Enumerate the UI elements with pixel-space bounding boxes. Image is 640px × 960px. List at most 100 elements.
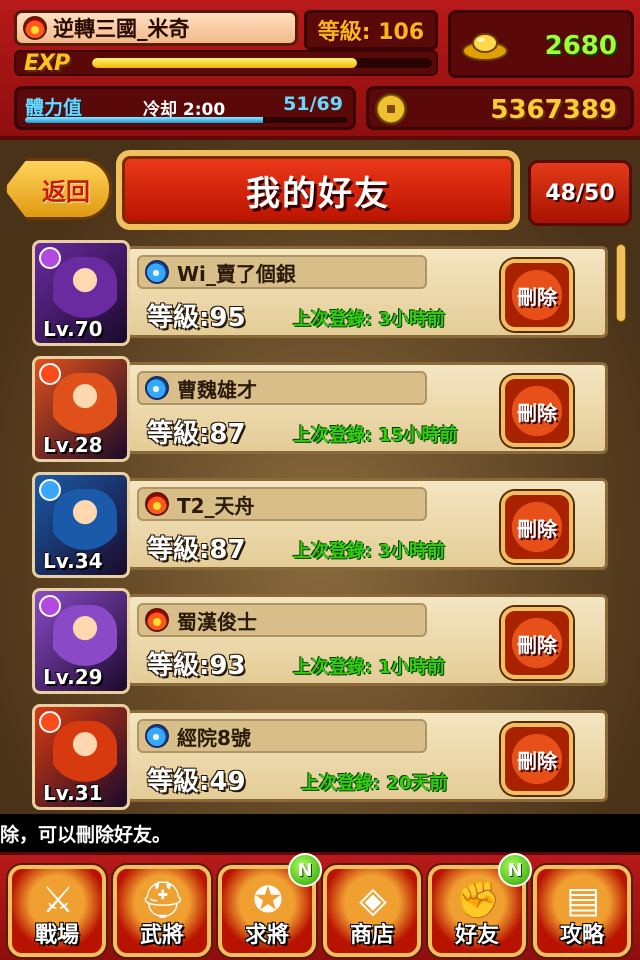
coin-value: 5367389 bbox=[490, 95, 617, 125]
nav-label: 戰場 bbox=[34, 923, 79, 948]
player-level: 等級: 106 bbox=[304, 10, 438, 50]
friend-name: Wi_賣了個銀 bbox=[177, 261, 296, 286]
gold-ingot-icon bbox=[462, 33, 508, 61]
friend-last-login: 上次登錄: 20天前 bbox=[301, 773, 448, 794]
friend-avatar[interactable]: Lv.70 bbox=[32, 240, 130, 346]
friend-name-plate: 經院8號 bbox=[137, 719, 427, 753]
friend-avatar[interactable]: Lv.29 bbox=[32, 588, 130, 694]
friend-level: 等級:93 bbox=[147, 651, 246, 681]
exp-track bbox=[92, 58, 432, 68]
friend-card[interactable]: 經院8號 等級:49 上次登錄: 20天前 刪除 Lv.31 bbox=[32, 704, 608, 810]
page-title: 我的好友 bbox=[246, 173, 390, 214]
nav-button[interactable]: ✊ 好友 N bbox=[428, 853, 532, 957]
exp-fill bbox=[92, 58, 358, 68]
exp-bar: EXP bbox=[14, 50, 438, 76]
nav-label: 商店 bbox=[349, 923, 394, 948]
title-banner: 我的好友 bbox=[116, 150, 520, 230]
nav-button[interactable]: ⚔ 戰場 bbox=[8, 865, 106, 957]
exp-label: EXP bbox=[24, 50, 70, 76]
avatar-level: Lv.31 bbox=[43, 781, 103, 805]
friend-name: 經院8號 bbox=[177, 725, 251, 750]
new-badge: N bbox=[498, 853, 532, 887]
hero-portrait bbox=[53, 489, 117, 555]
friend-name: T2_天舟 bbox=[177, 493, 255, 518]
delete-friend-button[interactable]: 刪除 bbox=[501, 607, 573, 679]
fire-element-icon bbox=[23, 16, 47, 40]
avatar-class-badge bbox=[39, 247, 61, 269]
back-button-label: 返回 bbox=[42, 177, 90, 206]
stamina-track bbox=[25, 117, 347, 123]
friend-card[interactable]: Wi_賣了個銀 等級:95 上次登錄: 3小時前 刪除 Lv.70 bbox=[32, 240, 608, 346]
avatar-level: Lv.29 bbox=[43, 665, 103, 689]
coin-icon bbox=[375, 93, 407, 125]
friend-last-login: 上次登錄: 15小時前 bbox=[293, 425, 458, 446]
delete-friend-button[interactable]: 刪除 bbox=[501, 723, 573, 795]
friend-level: 等級:95 bbox=[147, 303, 246, 333]
friend-name-plate: T2_天舟 bbox=[137, 487, 427, 521]
water-element-icon bbox=[145, 260, 169, 284]
delete-friend-button[interactable]: 刪除 bbox=[501, 259, 573, 331]
delete-friend-button[interactable]: 刪除 bbox=[501, 491, 573, 563]
delete-friend-label: 刪除 bbox=[517, 400, 557, 425]
friend-card[interactable]: T2_天舟 等級:87 上次登錄: 3小時前 刪除 Lv.34 bbox=[32, 472, 608, 578]
friend-count-badge: 48/50 bbox=[528, 160, 632, 226]
scrollbar[interactable] bbox=[616, 244, 626, 322]
player-name: 逆轉三國_米奇 bbox=[53, 17, 190, 41]
nav-label: 好友 bbox=[454, 923, 499, 948]
nav-label: 武將 bbox=[139, 923, 184, 948]
coin-display: 5367389 bbox=[366, 86, 634, 130]
player-level-text: 等級: 106 bbox=[317, 20, 425, 45]
friend-level: 等級:87 bbox=[147, 419, 246, 449]
friend-level: 等級:49 bbox=[147, 767, 246, 797]
friend-card-panel: 曹魏雄才 等級:87 上次登錄: 15小時前 刪除 bbox=[126, 362, 608, 454]
fire-element-icon bbox=[145, 492, 169, 516]
hint-text: 除，可以刪除好友。 bbox=[0, 823, 172, 846]
hero-portrait bbox=[53, 605, 117, 671]
avatar-level: Lv.28 bbox=[43, 433, 103, 457]
friend-name-plate: 曹魏雄才 bbox=[137, 371, 427, 405]
friend-avatar[interactable]: Lv.31 bbox=[32, 704, 130, 810]
friend-avatar[interactable]: Lv.28 bbox=[32, 356, 130, 462]
nav-button[interactable]: ✪ 求將 N bbox=[218, 853, 322, 957]
friend-card[interactable]: 蜀漢俊士 等級:93 上次登錄: 1小時前 刪除 Lv.29 bbox=[32, 588, 608, 694]
friend-card-panel: Wi_賣了個銀 等級:95 上次登錄: 3小時前 刪除 bbox=[126, 246, 608, 338]
friend-card-panel: 蜀漢俊士 等級:93 上次登錄: 1小時前 刪除 bbox=[126, 594, 608, 686]
friend-last-login: 上次登錄: 1小時前 bbox=[293, 657, 445, 678]
hero-portrait bbox=[53, 373, 117, 439]
friend-count: 48/50 bbox=[545, 180, 615, 206]
friend-name-plate: 蜀漢俊士 bbox=[137, 603, 427, 637]
top-status-bar: 逆轉三國_米奇 等級: 106 EXP 2680 體力值 冷却 2:00 51/… bbox=[0, 0, 640, 140]
bottom-nav: ⚔ 戰場 ⛑ 武將 ✪ 求將 N ◈ 商店 ✊ 好友 N ▤ 攻略 bbox=[0, 852, 640, 960]
friend-last-login: 上次登錄: 3小時前 bbox=[293, 541, 445, 562]
nav-label: 求將 bbox=[244, 923, 289, 948]
stamina-fill bbox=[25, 117, 264, 123]
avatar-class-badge bbox=[39, 363, 61, 385]
friend-card-panel: 經院8號 等級:49 上次登錄: 20天前 刪除 bbox=[126, 710, 608, 802]
nav-label: 攻略 bbox=[559, 923, 604, 948]
avatar-class-badge bbox=[39, 479, 61, 501]
friend-avatar[interactable]: Lv.34 bbox=[32, 472, 130, 578]
hint-bar: 除，可以刪除好友。 bbox=[0, 814, 640, 852]
friend-card[interactable]: 曹魏雄才 等級:87 上次登錄: 15小時前 刪除 Lv.28 bbox=[32, 356, 608, 462]
avatar-level: Lv.70 bbox=[43, 317, 103, 341]
gold-value: 2680 bbox=[544, 31, 617, 61]
friend-name: 蜀漢俊士 bbox=[177, 609, 257, 634]
friend-name: 曹魏雄才 bbox=[177, 377, 257, 402]
nav-button[interactable]: ⛑ 武將 bbox=[113, 865, 211, 957]
hero-portrait bbox=[53, 257, 117, 323]
nav-button[interactable]: ◈ 商店 bbox=[323, 865, 421, 957]
fire-element-icon bbox=[145, 608, 169, 632]
delete-friend-button[interactable]: 刪除 bbox=[501, 375, 573, 447]
gold-display[interactable]: 2680 bbox=[448, 10, 634, 78]
friend-name-plate: Wi_賣了個銀 bbox=[137, 255, 427, 289]
nav-button[interactable]: ▤ 攻略 bbox=[533, 865, 631, 957]
player-name-box[interactable]: 逆轉三國_米奇 bbox=[14, 10, 298, 46]
delete-friend-label: 刪除 bbox=[517, 516, 557, 541]
stamina-value: 51/69 bbox=[283, 93, 343, 115]
friend-card-panel: T2_天舟 等級:87 上次登錄: 3小時前 刪除 bbox=[126, 478, 608, 570]
water-element-icon bbox=[145, 376, 169, 400]
delete-friend-label: 刪除 bbox=[517, 284, 557, 309]
avatar-class-badge bbox=[39, 595, 61, 617]
delete-friend-label: 刪除 bbox=[517, 632, 557, 657]
avatar-level: Lv.34 bbox=[43, 549, 103, 573]
